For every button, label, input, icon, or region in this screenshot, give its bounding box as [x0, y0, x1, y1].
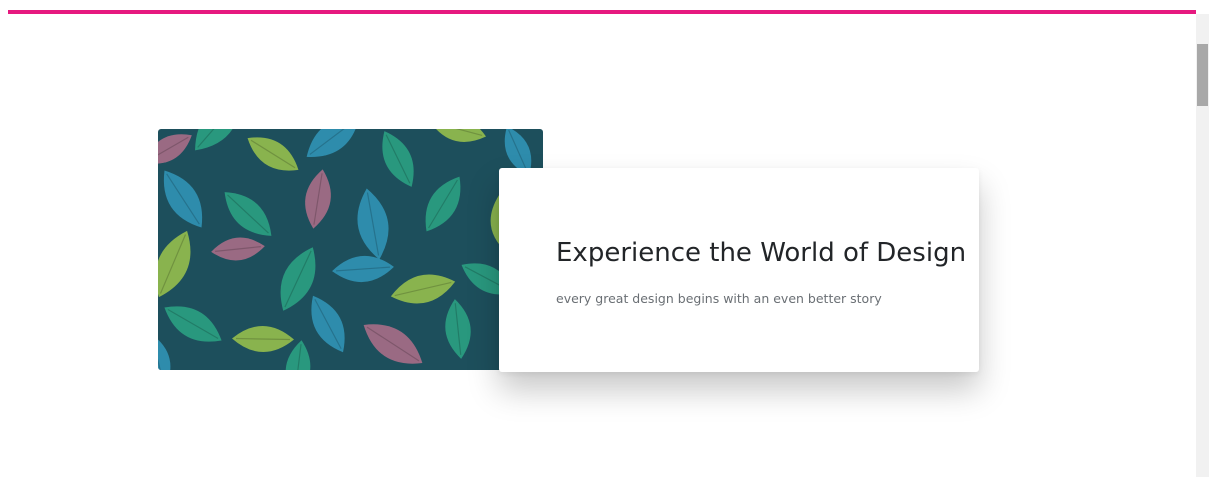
hero-title: Experience the World of Design: [556, 238, 967, 268]
scrollbar[interactable]: [1196, 14, 1209, 477]
top-accent-bar: [8, 10, 1196, 14]
leaves-illustration: [158, 129, 543, 370]
page: Experience the World of Design every gre…: [0, 0, 1209, 477]
hero-subtitle: every great design begins with an even b…: [556, 291, 882, 306]
hero-card: Experience the World of Design every gre…: [499, 168, 979, 372]
scrollbar-thumb[interactable]: [1197, 44, 1208, 106]
leaves-image: [158, 129, 543, 370]
